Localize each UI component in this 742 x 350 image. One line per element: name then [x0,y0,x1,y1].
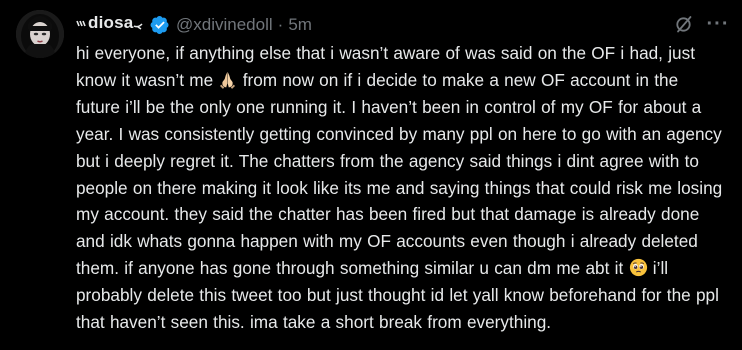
tweet-text-part-2: from now on if i decide to make a new OF… [76,69,723,279]
folded-hands-emoji-icon [218,70,237,89]
verified-badge-icon [150,15,170,35]
tweet-actions-top: ··· [674,14,729,34]
pleading-face-emoji-icon [629,258,648,277]
avatar-image [16,10,64,58]
tweet-header: diosa @xdivinedoll · 5m [76,13,312,36]
timestamp[interactable]: 5m [288,15,312,35]
display-name-decoration: diosa [76,13,143,32]
grok-icon[interactable] [674,14,694,34]
display-name-text: diosa [88,15,134,31]
tweet-text: hi everyone, if anything else that i was… [76,40,726,336]
avatar[interactable] [16,10,64,58]
tweet[interactable]: diosa @xdivinedoll · 5m ··· hi everyone,… [0,0,742,350]
separator-dot: · [277,15,284,34]
more-icon[interactable]: ··· [707,14,729,34]
display-name[interactable]: diosa [76,13,146,35]
author-handle[interactable]: @xdivinedoll [176,15,273,35]
